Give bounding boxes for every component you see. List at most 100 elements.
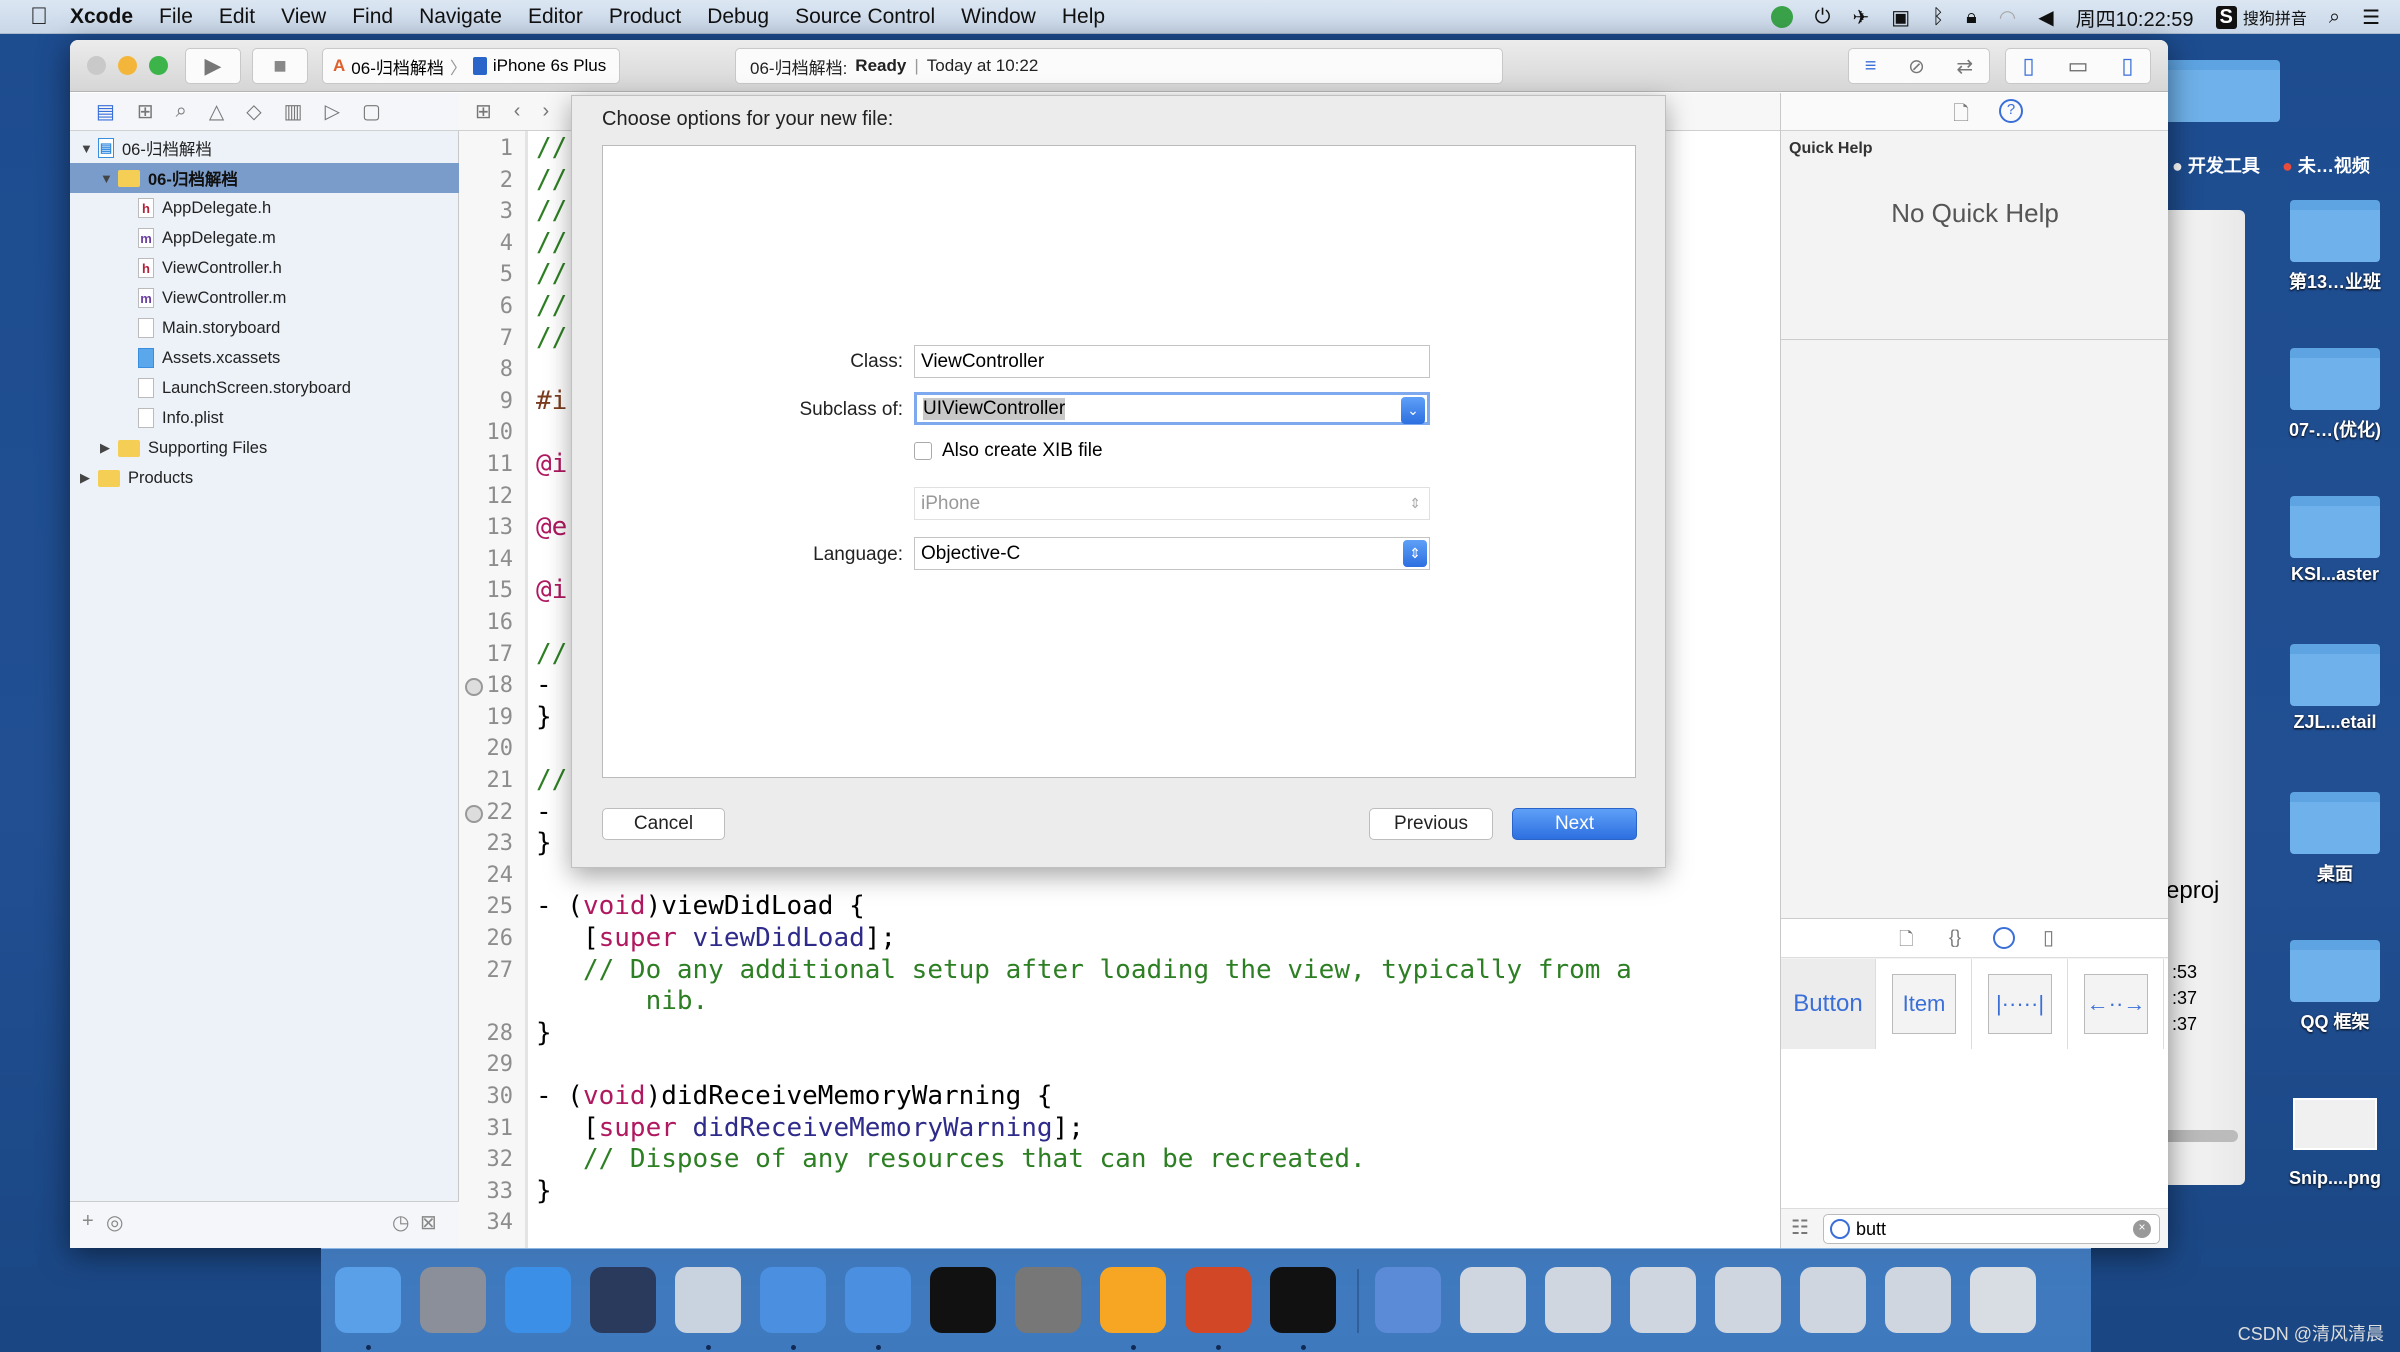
dock-photo-booth-icon[interactable] bbox=[675, 1267, 741, 1333]
clear-filter-icon[interactable]: × bbox=[2133, 1220, 2151, 1238]
desktop-folder[interactable]: 07-…(优化) bbox=[2280, 348, 2390, 442]
dock-sketch-icon[interactable] bbox=[1100, 1267, 1166, 1333]
recent-files-icon[interactable]: ◷ bbox=[392, 1210, 409, 1235]
dock-screenshot-icon[interactable] bbox=[1460, 1267, 1526, 1333]
desktop-folder[interactable]: 第13…业班 bbox=[2280, 200, 2390, 294]
related-items-icon[interactable]: ⊞ bbox=[475, 99, 492, 124]
dock-system-preferences-icon[interactable] bbox=[1015, 1267, 1081, 1333]
desktop-folder[interactable]: QQ 框架 bbox=[2280, 940, 2390, 1034]
menu-help[interactable]: Help bbox=[1062, 5, 1105, 29]
desktop-folder[interactable]: 桌面 bbox=[2280, 792, 2390, 886]
navigator-item[interactable]: ▶ Products bbox=[70, 463, 459, 493]
dock-trash-icon[interactable] bbox=[1970, 1267, 2036, 1333]
xib-checkbox-row[interactable]: Also create XIB file bbox=[914, 440, 1103, 462]
dock-launchpad-icon[interactable] bbox=[420, 1267, 486, 1333]
toggle-utilities-icon[interactable]: ▯ bbox=[2121, 53, 2133, 79]
language-popup[interactable]: Objective-C ⇕ bbox=[914, 537, 1430, 570]
notification-center-icon[interactable]: ☰ bbox=[2362, 5, 2380, 30]
add-icon[interactable]: + bbox=[82, 1210, 94, 1233]
disclosure-closed-icon[interactable]: ▶ bbox=[100, 440, 118, 456]
close-button[interactable] bbox=[87, 56, 106, 75]
library-item-button[interactable]: Button bbox=[1781, 959, 1876, 1049]
menu-find[interactable]: Find bbox=[352, 5, 393, 29]
volume-icon[interactable]: ◀ bbox=[2038, 5, 2053, 30]
menu-source-control[interactable]: Source Control bbox=[795, 5, 935, 29]
spotlight-icon[interactable]: ⌕ bbox=[2329, 6, 2340, 29]
dock-screenshot-icon[interactable] bbox=[1715, 1267, 1781, 1333]
disclosure-open-icon[interactable]: ▼ bbox=[80, 141, 98, 156]
menu-debug[interactable]: Debug bbox=[707, 5, 769, 29]
input-method[interactable]: S 搜狗拼音 bbox=[2215, 5, 2307, 29]
dock-simulator-icon[interactable] bbox=[845, 1267, 911, 1333]
desktop-folder[interactable] bbox=[2180, 60, 2290, 128]
clock[interactable]: 周四10:22:59 bbox=[2076, 3, 2194, 32]
airplane-icon[interactable]: ✈ bbox=[1852, 5, 1869, 30]
run-button[interactable]: ▶ bbox=[185, 48, 241, 84]
find-navigator-icon[interactable]: ⌕ bbox=[176, 100, 187, 123]
subclass-combobox[interactable]: UIViewController ⌄ bbox=[914, 392, 1430, 425]
file-inspector-icon[interactable]: 🗋︎ bbox=[1953, 99, 1969, 133]
scheme-device[interactable]: iPhone 6s Plus bbox=[493, 56, 606, 76]
status-app-icon[interactable] bbox=[1770, 6, 1793, 28]
xib-checkbox[interactable] bbox=[914, 442, 932, 460]
lock-icon[interactable]: 🔒︎ bbox=[1966, 6, 1977, 29]
dock-mouse-app-icon[interactable] bbox=[590, 1267, 656, 1333]
back-icon[interactable]: ‹ bbox=[514, 100, 521, 123]
debug-navigator-icon[interactable]: ▥ bbox=[284, 99, 303, 124]
cancel-button[interactable]: Cancel bbox=[602, 808, 725, 840]
navigator-item[interactable]: Assets.xcassets bbox=[70, 343, 459, 373]
dock-powerpoint-icon[interactable] bbox=[1185, 1267, 1251, 1333]
library-item-bar-button-item[interactable]: Item bbox=[1877, 959, 1972, 1049]
issue-navigator-icon[interactable]: △ bbox=[209, 99, 224, 124]
desktop-label-video[interactable]: ● 未…视频 bbox=[2282, 152, 2370, 178]
desktop-folder[interactable]: KSI...aster bbox=[2280, 496, 2390, 585]
version-editor-icon[interactable]: ⇄ bbox=[1956, 54, 1973, 79]
library-item-fixed-space[interactable]: |·····| bbox=[1973, 959, 2068, 1049]
power-icon[interactable]: ⏻ bbox=[1815, 6, 1831, 29]
navigator-item[interactable]: Info.plist bbox=[70, 403, 459, 433]
symbol-navigator-icon[interactable]: ⊞ bbox=[137, 99, 154, 124]
dock-terminal-icon[interactable] bbox=[930, 1267, 996, 1333]
minimize-button[interactable] bbox=[118, 56, 137, 75]
library-filter-input[interactable]: butt × bbox=[1823, 1214, 2160, 1244]
menu-product[interactable]: Product bbox=[609, 5, 681, 29]
scheme-selector[interactable]: A 06-归档解档 〉 iPhone 6s Plus bbox=[322, 48, 620, 84]
menu-file[interactable]: File bbox=[159, 5, 193, 29]
navigator-item[interactable]: ▼ 06-归档解档 bbox=[70, 163, 459, 193]
previous-button[interactable]: Previous bbox=[1369, 808, 1493, 840]
bluetooth-icon[interactable]: ᛒ bbox=[1932, 6, 1944, 29]
code-snippet-library-icon[interactable]: {} bbox=[1949, 927, 1961, 948]
filter-icon[interactable]: ◎ bbox=[106, 1210, 123, 1235]
navigator-item[interactable]: Main.storyboard bbox=[70, 313, 459, 343]
dock-xcode-icon[interactable] bbox=[760, 1267, 826, 1333]
chevron-down-icon[interactable]: ⌄ bbox=[1401, 397, 1425, 424]
menu-edit[interactable]: Edit bbox=[219, 5, 255, 29]
breakpoint-navigator-icon[interactable]: ▷ bbox=[325, 99, 340, 124]
menu-editor[interactable]: Editor bbox=[528, 5, 583, 29]
media-library-icon[interactable]: ▯ bbox=[2043, 925, 2054, 950]
camera-icon[interactable]: ▣ bbox=[1891, 5, 1910, 30]
dock-screenshot-icon[interactable] bbox=[1630, 1267, 1696, 1333]
breakpoint-marker[interactable] bbox=[465, 804, 483, 823]
file-template-library-icon[interactable]: 🗋︎ bbox=[1899, 927, 1913, 957]
dock-quicktime-icon[interactable] bbox=[1375, 1267, 1441, 1333]
wifi-icon[interactable]: ◠ bbox=[1999, 5, 2016, 30]
forward-icon[interactable]: › bbox=[542, 100, 549, 123]
stop-button[interactable]: ■ bbox=[252, 48, 308, 84]
menu-window[interactable]: Window bbox=[961, 5, 1036, 29]
navigator-item[interactable]: h ViewController.h bbox=[70, 253, 459, 283]
navigator-item[interactable]: LaunchScreen.storyboard bbox=[70, 373, 459, 403]
navigator-item[interactable]: m AppDelegate.m bbox=[70, 223, 459, 253]
navigator-item[interactable]: h AppDelegate.h bbox=[70, 193, 459, 223]
menu-navigate[interactable]: Navigate bbox=[419, 5, 502, 29]
quick-help-icon[interactable]: ? bbox=[1999, 99, 2023, 123]
navigator-item[interactable]: m ViewController.m bbox=[70, 283, 459, 313]
navigator-item[interactable]: ▶ Supporting Files bbox=[70, 433, 459, 463]
disclosure-open-icon[interactable]: ▼ bbox=[100, 171, 118, 186]
scm-filter-icon[interactable]: ⊠ bbox=[420, 1210, 437, 1235]
zoom-button[interactable] bbox=[149, 56, 168, 75]
assistant-editor-icon[interactable]: ⊘ bbox=[1908, 54, 1925, 79]
navigator-item[interactable]: ▼ ▤ 06-归档解档 bbox=[70, 133, 459, 163]
menu-app-xcode[interactable]: Xcode bbox=[70, 5, 133, 29]
dock-finder-icon[interactable] bbox=[335, 1267, 401, 1333]
